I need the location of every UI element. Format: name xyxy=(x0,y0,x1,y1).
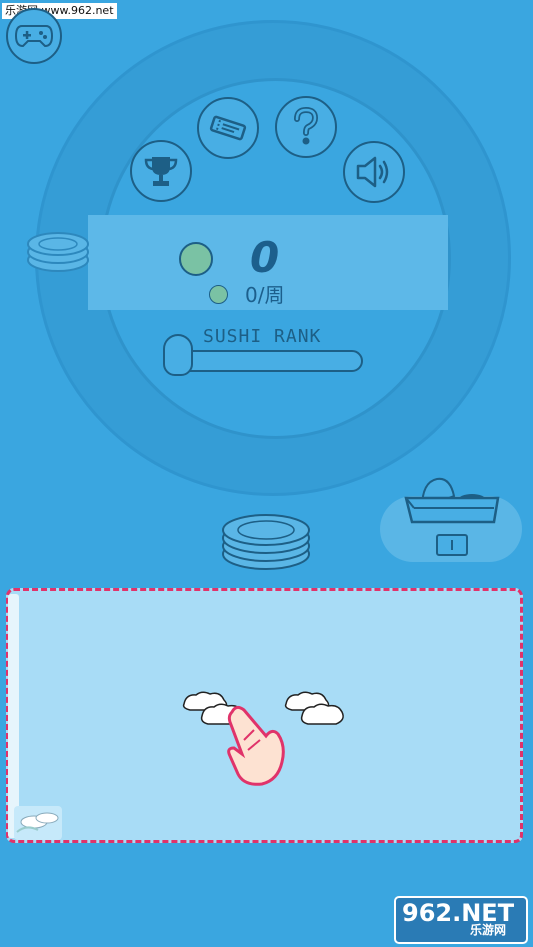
question-icon xyxy=(294,107,319,145)
gamepad-icon xyxy=(14,25,54,48)
coin-icon xyxy=(179,242,213,276)
mini-rice-tile[interactable] xyxy=(14,806,62,840)
plate-stack[interactable] xyxy=(220,508,312,574)
ticket-icon xyxy=(209,115,247,141)
takeout-slot-button[interactable] xyxy=(436,534,468,556)
trophy-icon xyxy=(144,157,178,186)
sound-button[interactable] xyxy=(343,141,405,203)
rice-mini-icon xyxy=(16,812,59,833)
slot-mark xyxy=(451,540,453,550)
ring-plate-stack xyxy=(27,232,89,272)
sushi-rank-knob xyxy=(163,334,193,376)
prep-side-strip xyxy=(8,594,19,838)
speaker-icon xyxy=(356,156,389,188)
ticket-button[interactable] xyxy=(197,97,259,159)
gamepad-button[interactable] xyxy=(6,8,62,64)
help-button[interactable] xyxy=(275,96,337,158)
coin-count: 0 xyxy=(250,233,280,282)
trophy-button[interactable] xyxy=(130,140,192,202)
sushi-rank-label: SUSHI RANK xyxy=(203,326,322,347)
weekly-coin-icon xyxy=(209,285,228,304)
watermark-logo-subtext: 乐游网 xyxy=(470,923,507,937)
weekly-count: 0/周 xyxy=(245,283,285,307)
sushi-rank-bar xyxy=(178,350,363,372)
takeout-box-icon[interactable] xyxy=(402,472,502,530)
tutorial-hand-icon xyxy=(227,705,285,786)
